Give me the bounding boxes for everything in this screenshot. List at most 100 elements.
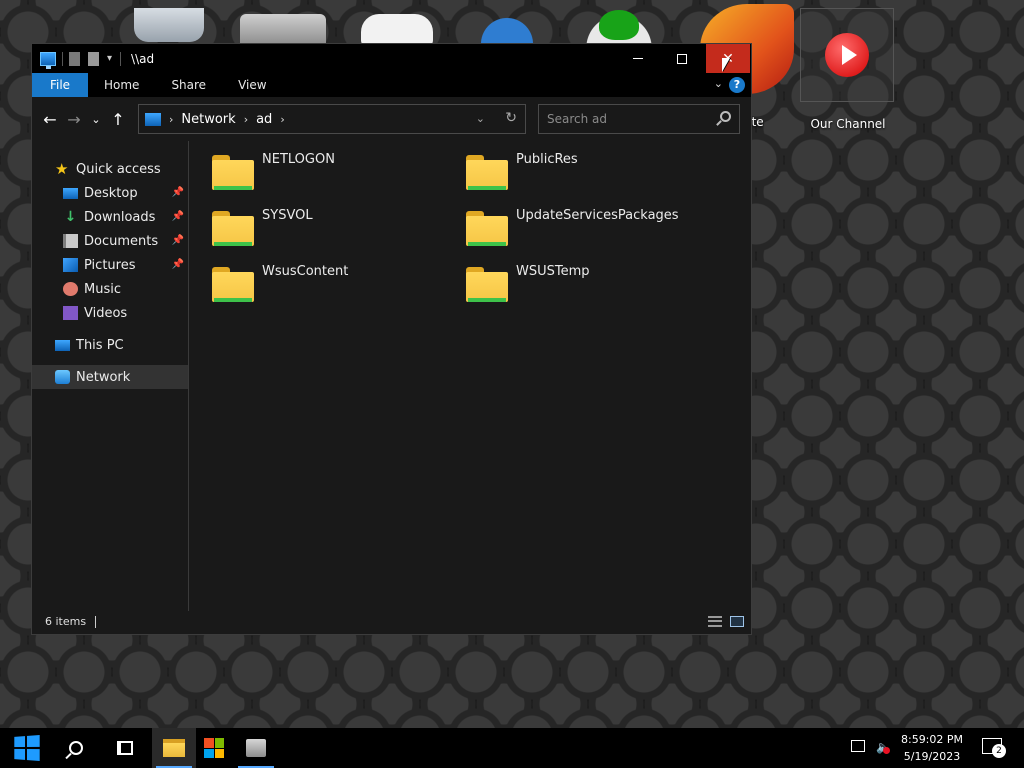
folder-item-publicres[interactable]: PublicRes — [458, 149, 708, 199]
desktop-icon-label: Our Channel — [810, 117, 886, 131]
task-view-button[interactable] — [103, 728, 147, 768]
navigation-pane: ★ Quick access Desktop 📌 ↓ Downloads 📌 D… — [32, 141, 189, 611]
folder-item-updateservicespackages[interactable]: UpdateServicesPackages — [458, 205, 708, 255]
file-explorer-icon — [163, 739, 185, 757]
up-button[interactable]: ↑ — [106, 110, 130, 129]
folder-name: WSUSTemp — [516, 264, 590, 279]
system-clock[interactable]: 8:59:02 PM 5/19/2023 — [896, 731, 968, 765]
breadcrumb-network[interactable]: Network — [181, 112, 235, 127]
divider — [95, 615, 97, 628]
search-icon — [69, 741, 83, 755]
large-icons-view-icon[interactable] — [730, 616, 744, 627]
mouse-cursor-icon — [722, 58, 730, 72]
taskbar-store[interactable] — [192, 728, 236, 768]
expand-ribbon-chevron-icon[interactable]: ⌄ — [714, 77, 723, 90]
tab-home[interactable]: Home — [88, 73, 155, 97]
customize-quick-access-dropdown[interactable]: ▾ — [107, 53, 112, 64]
folder-name: NETLOGON — [262, 152, 335, 167]
maximize-button[interactable] — [660, 44, 704, 73]
play-button-icon — [825, 33, 869, 77]
back-button[interactable]: ← — [38, 110, 62, 129]
sidebar-item-desktop[interactable]: Desktop 📌 — [32, 181, 188, 205]
folder-icon — [466, 155, 508, 193]
folder-item-netlogon[interactable]: NETLOGON — [204, 149, 454, 199]
desktop-icon-gamepad[interactable] — [350, 0, 444, 48]
pin-icon: 📌 — [171, 235, 184, 246]
network-icon — [55, 370, 70, 384]
maximize-icon — [677, 53, 687, 64]
sidebar-item-quick-access[interactable]: ★ Quick access — [32, 157, 188, 181]
forward-button[interactable]: → — [62, 110, 86, 129]
folder-icon — [212, 155, 254, 193]
breadcrumb-separator-icon[interactable]: › — [244, 113, 248, 126]
sidebar-item-label: Documents — [84, 233, 159, 249]
tab-share[interactable]: Share — [155, 73, 222, 97]
muted-badge-icon — [883, 747, 890, 754]
network-location-icon — [145, 112, 161, 126]
address-dropdown-chevron-icon[interactable]: ⌄ — [476, 112, 485, 125]
sidebar-item-pictures[interactable]: Pictures 📌 — [32, 253, 188, 277]
taskbar-file-explorer[interactable] — [152, 728, 196, 768]
file-explorer-window: ▾ \\ad ✕ File Home Share View ⌄ ? ← → ⌄ … — [31, 43, 752, 635]
search-box[interactable] — [538, 104, 740, 134]
tab-view[interactable]: View — [222, 73, 282, 97]
desktop-icon-folder[interactable] — [236, 0, 330, 44]
properties-icon[interactable] — [69, 51, 80, 66]
folder-icon — [466, 267, 508, 305]
address-bar[interactable]: › Network › ad › ⌄ ↻ — [138, 104, 526, 134]
ribbon-tabs: File Home Share View ⌄ ? — [32, 73, 751, 97]
recent-locations-chevron-icon[interactable]: ⌄ — [86, 113, 106, 126]
start-button[interactable] — [4, 728, 48, 768]
windows-logo-icon — [14, 734, 40, 762]
computer-icon — [55, 339, 70, 351]
sidebar-item-network[interactable]: Network — [32, 365, 188, 389]
sidebar-item-downloads[interactable]: ↓ Downloads 📌 — [32, 205, 188, 229]
folder-icon — [466, 211, 508, 249]
status-bar: 6 items — [32, 609, 751, 634]
refresh-icon[interactable]: ↻ — [505, 110, 517, 126]
sidebar-item-label: This PC — [76, 337, 124, 353]
search-input[interactable] — [539, 105, 709, 133]
sidebar-item-label: Videos — [84, 305, 128, 321]
title-bar[interactable]: ▾ \\ad ✕ — [32, 44, 751, 73]
documents-icon — [63, 234, 78, 248]
recycle-bin-icon — [134, 8, 204, 42]
network-tray-icon[interactable] — [851, 740, 865, 752]
folder-item-sysvol[interactable]: SYSVOL — [204, 205, 454, 255]
folder-item-wsustemp[interactable]: WSUSTemp — [458, 261, 708, 311]
search-button[interactable] — [54, 728, 98, 768]
music-icon — [63, 282, 78, 296]
sidebar-item-videos[interactable]: Videos — [32, 301, 188, 325]
computer-icon — [40, 51, 56, 69]
star-icon: ★ — [55, 160, 69, 178]
folder-name: UpdateServicesPackages — [516, 208, 679, 223]
tab-file[interactable]: File — [32, 73, 88, 97]
sidebar-item-label: Quick access — [76, 161, 161, 177]
folder-name: SYSVOL — [262, 208, 313, 223]
folder-name: PublicRes — [516, 152, 578, 167]
details-view-icon[interactable] — [708, 616, 722, 627]
desktop-icon-recycle-bin[interactable] — [122, 0, 216, 42]
notification-count-badge: 2 — [992, 744, 1006, 758]
breadcrumb-separator-icon[interactable]: › — [280, 113, 284, 126]
breadcrumb-ad[interactable]: ad — [256, 112, 272, 127]
taskbar-server-manager[interactable] — [234, 728, 278, 768]
folder-icon — [212, 211, 254, 249]
divider — [120, 51, 122, 66]
sidebar-item-this-pc[interactable]: This PC — [32, 333, 188, 357]
new-folder-icon[interactable] — [88, 51, 99, 66]
sidebar-item-label: Pictures — [84, 257, 136, 273]
breadcrumb-separator-icon[interactable]: › — [169, 113, 173, 126]
sidebar-item-music[interactable]: Music — [32, 277, 188, 301]
item-count: 6 items — [45, 615, 87, 628]
help-icon[interactable]: ? — [729, 77, 745, 93]
desktop-icon-our-channel[interactable]: Our Channel — [800, 8, 894, 131]
minimize-button[interactable] — [616, 44, 660, 73]
address-row: ← → ⌄ ↑ › Network › ad › ⌄ ↻ — [32, 97, 751, 141]
search-icon[interactable] — [720, 111, 731, 122]
folder-name: WsusContent — [262, 264, 349, 279]
sidebar-item-documents[interactable]: Documents 📌 — [32, 229, 188, 253]
folder-item-wsuscontent[interactable]: WsusContent — [204, 261, 454, 311]
divider — [62, 51, 63, 66]
desktop-icon — [63, 187, 78, 199]
